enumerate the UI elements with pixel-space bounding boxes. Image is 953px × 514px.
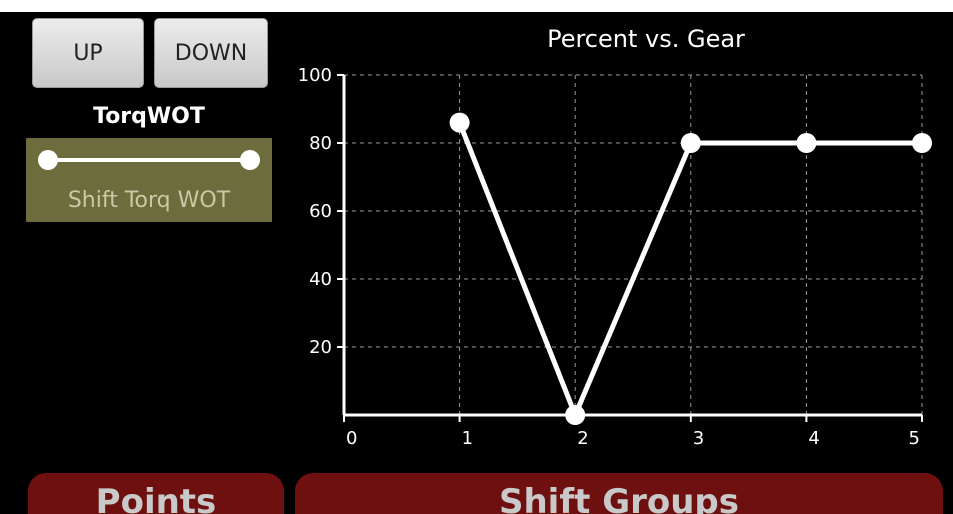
y-tick-label-60: 60 xyxy=(309,201,332,222)
shift-groups-tab[interactable]: Shift Groups xyxy=(295,473,943,514)
chart-axes xyxy=(342,75,922,417)
slider-label: Shift Torq WOT xyxy=(67,188,231,213)
data-point-0-3[interactable] xyxy=(796,133,817,153)
y-tick-label-20: 20 xyxy=(309,337,332,358)
chart-title: Percent vs. Gear xyxy=(547,25,745,53)
data-point-0-2[interactable] xyxy=(680,133,701,153)
data-point-0-0[interactable] xyxy=(449,112,470,133)
x-tick-label-2: 2 xyxy=(577,428,588,449)
x-tick-label-4: 4 xyxy=(808,428,819,449)
top-strip xyxy=(0,0,953,12)
x-tick-label-3: 3 xyxy=(693,428,704,449)
y-tick-label-80: 80 xyxy=(309,133,332,154)
x-tick-label-5: 5 xyxy=(909,428,920,449)
y-tick-label-100: 100 xyxy=(298,65,332,86)
x-tick-label-1: 1 xyxy=(462,428,473,449)
y-tick-label-40: 40 xyxy=(309,269,332,290)
data-point-0-1[interactable] xyxy=(565,405,586,425)
points-tab[interactable]: Points xyxy=(28,473,284,514)
up-button[interactable]: UP xyxy=(32,18,144,88)
chart-grid xyxy=(344,74,923,415)
range-slider-panel: Shift Torq WOT xyxy=(26,138,272,222)
slider-knob-left[interactable] xyxy=(38,150,58,170)
chart-ticks: 0 1 2 3 4 5 20 40 60 80 100 xyxy=(298,65,923,449)
slider-knob-right[interactable] xyxy=(240,150,260,170)
data-point-0-4[interactable] xyxy=(912,133,932,153)
slider-track[interactable] xyxy=(46,158,252,162)
parameter-title: TorqWOT xyxy=(93,104,205,129)
x-tick-label-0: 0 xyxy=(346,428,357,449)
percent-vs-gear-chart: Percent vs. Gear 0 1 2 3 4 5 20 40 60 80 100 xyxy=(298,25,932,449)
down-button[interactable]: DOWN xyxy=(154,18,268,88)
